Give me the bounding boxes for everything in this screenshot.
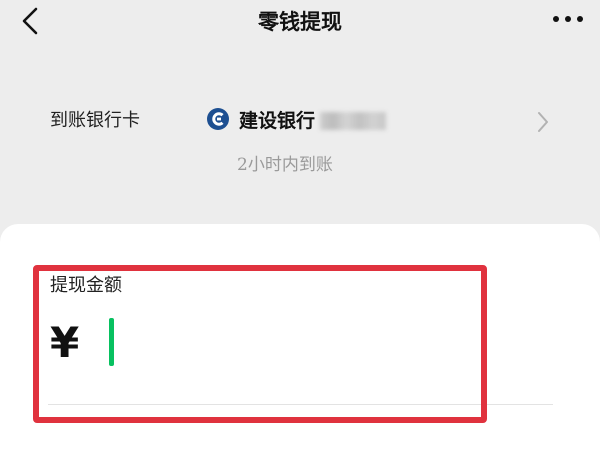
bank-card-selector[interactable]: 到账银行卡 建设银行 2小时内到账 [0, 92, 600, 182]
amount-input[interactable] [100, 312, 454, 374]
card-number-mask [320, 112, 386, 130]
page-title: 零钱提现 [258, 9, 342, 34]
nav-bar: 零钱提现 [0, 0, 600, 44]
bank-name: 建设银行 [239, 110, 316, 132]
arrival-time-note: 2小时内到账 [237, 155, 333, 175]
amount-label: 提现金额 [50, 275, 122, 296]
bank-card-label: 到账银行卡 [50, 110, 140, 131]
currency-symbol: ¥ [50, 318, 80, 367]
chevron-right-icon [538, 112, 548, 132]
text-cursor [109, 318, 114, 366]
amount-divider [48, 404, 553, 405]
more-dots-icon[interactable] [550, 12, 586, 26]
ccb-bank-logo-icon [207, 108, 229, 130]
